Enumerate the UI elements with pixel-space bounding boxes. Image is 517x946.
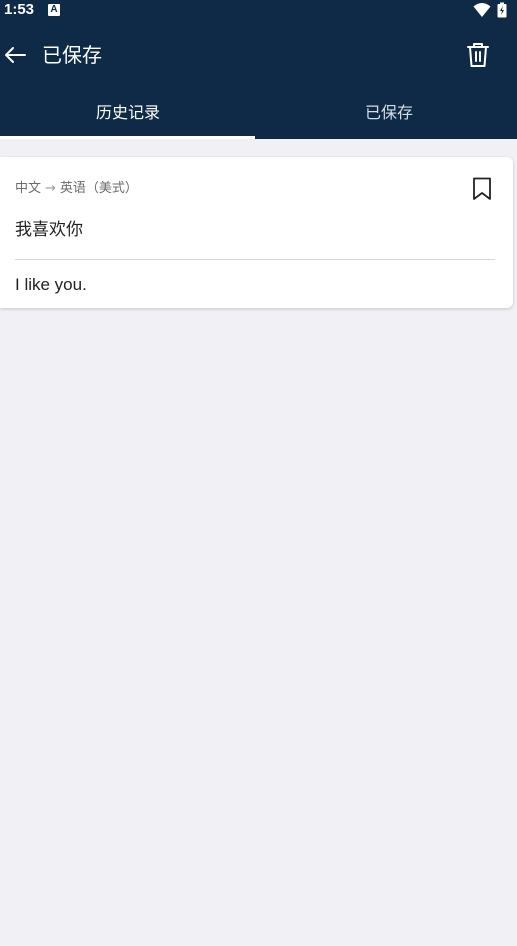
source-language: 中文: [15, 181, 42, 196]
bookmark-icon[interactable]: [470, 176, 494, 202]
status-time: 1:53: [4, 1, 35, 18]
tab-bar: 历史记录 已保存: [0, 90, 517, 139]
top-app-bar: 1:53 A 已保存 历史记录 已保存: [0, 0, 517, 139]
app-bar: 已保存: [0, 30, 517, 80]
tab-indicator: [0, 136, 255, 139]
status-bar: 1:53 A: [0, 0, 517, 22]
divider: [15, 259, 495, 260]
a-icon: A: [48, 4, 60, 16]
language-arrow: →: [45, 181, 56, 196]
battery-charging-icon: [497, 2, 507, 18]
tab-saved[interactable]: 已保存: [261, 90, 517, 136]
wifi-icon: [473, 3, 491, 17]
translation-card[interactable]: 中文 → 英语（美式） 我喜欢你 I like you.: [0, 157, 513, 308]
language-pair: 中文 → 英语（美式）: [15, 180, 138, 198]
trash-icon[interactable]: [465, 41, 491, 69]
translated-text: I like you.: [15, 275, 87, 294]
tab-history[interactable]: 历史记录: [0, 90, 256, 136]
back-arrow-icon[interactable]: [2, 42, 28, 68]
page-title: 已保存: [42, 43, 102, 67]
source-text: 我喜欢你: [15, 220, 83, 240]
target-language: 英语（美式）: [59, 181, 138, 196]
